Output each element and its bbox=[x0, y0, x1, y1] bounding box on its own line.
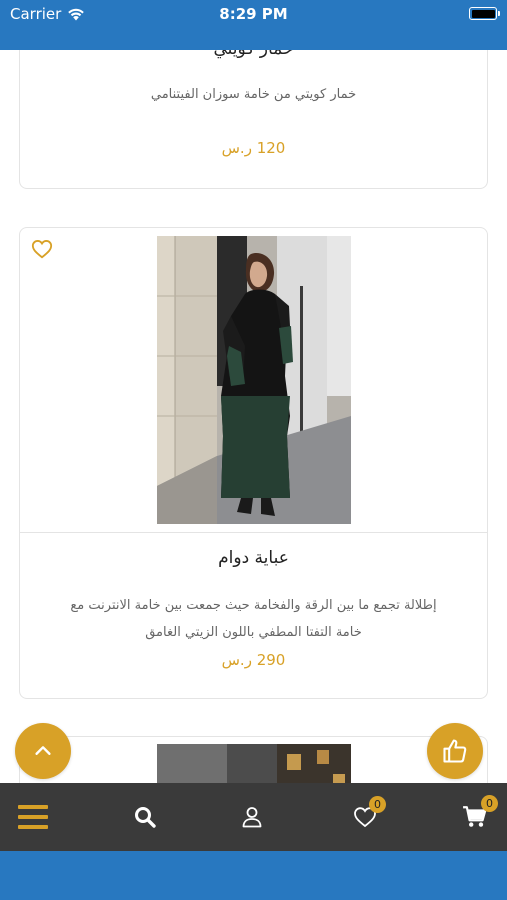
product-image[interactable] bbox=[157, 236, 351, 524]
product-card[interactable]: عباية دوام إطلالة تجمع ما بين الرقة والف… bbox=[19, 227, 488, 699]
battery-icon bbox=[469, 7, 500, 20]
product-price: 120 ر.س bbox=[221, 139, 286, 157]
product-description-line: إطلالة تجمع ما بين الرقة والفخامة حيث جم… bbox=[70, 598, 437, 613]
wishlist-tab[interactable]: 0 bbox=[342, 783, 388, 851]
search-tab[interactable] bbox=[122, 783, 168, 851]
product-card[interactable]: خمار كويتي خمار كويتي من خامة سوزان الفي… bbox=[19, 50, 488, 189]
account-tab[interactable] bbox=[229, 783, 275, 851]
cart-tab[interactable]: 0 bbox=[452, 783, 498, 851]
bottom-tab-bar: 0 0 bbox=[0, 783, 507, 851]
menu-tab[interactable] bbox=[8, 783, 58, 851]
divider bbox=[20, 532, 487, 533]
product-price: 290 ر.س bbox=[221, 651, 286, 669]
like-button[interactable] bbox=[427, 723, 483, 779]
product-title[interactable]: خمار كويتي bbox=[20, 50, 487, 59]
status-bar: Carrier 8:29 PM bbox=[0, 0, 507, 50]
product-description: خمار كويتي من خامة سوزان الفيتنامي bbox=[150, 87, 357, 102]
product-image[interactable] bbox=[157, 744, 351, 783]
product-description-line: خامة التفتا المطفي باللون الزيتي الغامق bbox=[145, 625, 362, 640]
chevron-up-icon bbox=[35, 746, 51, 755]
user-icon bbox=[242, 807, 262, 828]
product-title[interactable]: عباية دوام bbox=[20, 548, 487, 568]
search-icon bbox=[135, 807, 156, 828]
product-card[interactable] bbox=[19, 736, 488, 783]
product-list[interactable]: خمار كويتي خمار كويتي من خامة سوزان الفي… bbox=[0, 50, 507, 783]
heart-icon[interactable] bbox=[31, 238, 53, 260]
thumbs-up-icon bbox=[443, 739, 467, 763]
cart-count-badge: 0 bbox=[481, 795, 498, 812]
bottom-bar bbox=[0, 851, 507, 900]
menu-icon bbox=[18, 805, 48, 829]
clock: 8:29 PM bbox=[219, 5, 288, 23]
wishlist-count-badge: 0 bbox=[369, 796, 386, 813]
scroll-to-top-button[interactable] bbox=[15, 723, 71, 779]
